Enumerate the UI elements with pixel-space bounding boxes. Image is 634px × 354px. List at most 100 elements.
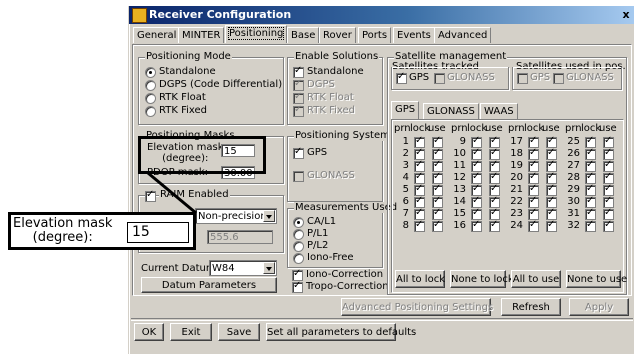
radio-rtk-fixed[interactable] (145, 106, 156, 117)
tracked-glonass-label: GLONASS (447, 72, 495, 83)
prn-number: 23 (510, 208, 523, 219)
prn-number: 22 (510, 196, 523, 207)
subtab-gps[interactable]: GPS (391, 101, 420, 119)
prn-number: 9 (459, 136, 466, 147)
measurements-used-group: Measurements Used CA/L1 P/L1 P/L2 Iono-F… (287, 202, 399, 268)
prn-number: 25 (567, 136, 580, 147)
raim-mode-select[interactable]: Non-precision (195, 208, 277, 224)
prn-number: 27 (567, 160, 580, 171)
tab-base[interactable]: Base (287, 27, 320, 43)
used-glonass-label: GLONASS (566, 72, 614, 83)
tab-rover[interactable]: Rover (319, 27, 356, 43)
exit-button[interactable]: Exit (170, 323, 212, 341)
checkbox-system-glonass (293, 171, 304, 182)
radio-iono-free-label: Iono-Free (307, 252, 354, 263)
callout-elevation-value: 15 (127, 222, 189, 243)
checkbox-solution-rtk-float (293, 91, 304, 104)
tab-positioning[interactable]: Positioning (225, 25, 288, 43)
checkbox-system-gps[interactable] (293, 146, 304, 159)
radio-p-l1-label: P/L1 (307, 228, 329, 239)
tab-events[interactable]: Events (393, 27, 435, 43)
elevation-mask-callout: Elevation mask (degree): 15 (8, 212, 196, 250)
prn-number: 29 (567, 184, 580, 195)
subtab-waas[interactable]: WAAS (480, 103, 518, 119)
all-to-use-button[interactable]: All to use (511, 270, 561, 288)
refresh-button[interactable]: Refresh (501, 298, 561, 316)
title-bar[interactable]: Receiver Configuration x (129, 6, 634, 24)
lock-checkbox[interactable] (414, 219, 425, 232)
radio-ca-l1[interactable] (293, 217, 304, 228)
radio-p-l1[interactable] (293, 229, 304, 240)
tracked-gps-checkbox[interactable] (396, 71, 407, 84)
ok-button[interactable]: OK (134, 323, 164, 341)
prn-number: 28 (567, 172, 580, 183)
radio-ca-l1-label: CA/L1 (307, 216, 337, 227)
prn-number: 1 (402, 136, 409, 147)
tracked-gps-label: GPS (409, 72, 430, 83)
radio-rtk-float[interactable] (145, 93, 156, 104)
solution-rtk-float-label: RTK Float (307, 92, 354, 103)
used-gps-checkbox (517, 73, 528, 84)
use-checkbox[interactable] (432, 219, 443, 232)
prn-number: 11 (453, 160, 466, 171)
tab-minter[interactable]: MINTER (178, 27, 225, 43)
chevron-down-icon[interactable] (263, 210, 275, 222)
tab-advanced[interactable]: Advanced (434, 27, 492, 43)
datum-select[interactable]: W84 (209, 260, 277, 276)
tab-ports[interactable]: Ports (358, 27, 392, 43)
checkbox-solution-standalone[interactable] (293, 65, 304, 78)
used-gps-label: GPS (530, 72, 551, 83)
none-to-use-button[interactable]: None to use (566, 270, 627, 288)
prn-number: 19 (510, 160, 523, 171)
prn-number: 5 (402, 184, 409, 195)
save-button[interactable]: Save (218, 323, 260, 341)
radio-p-l2[interactable] (293, 241, 304, 252)
radio-iono-free[interactable] (293, 253, 304, 264)
radio-standalone-label: Standalone (159, 66, 216, 77)
window-title: Receiver Configuration (149, 8, 292, 21)
raim-threshold-input: 555.6 (207, 230, 273, 244)
grid-header-prn: prn (394, 123, 411, 134)
radio-dgps-label: DGPS (Code Differential) (159, 79, 283, 90)
all-to-lock-button[interactable]: All to lock (395, 270, 445, 288)
chevron-down-icon[interactable] (263, 262, 275, 274)
prn-number: 13 (453, 184, 466, 195)
tropo-correction-checkbox[interactable] (292, 280, 303, 293)
radio-dgps[interactable] (145, 80, 156, 91)
datum-parameters-button[interactable]: Datum Parameters (141, 277, 277, 293)
grid-header-use: use (599, 123, 617, 134)
solution-dgps-label: DGPS (307, 79, 335, 90)
grid-header-use: use (485, 123, 503, 134)
satellite-grid-panel: prnlockuse12345678prnlockuse910111213141… (391, 119, 627, 293)
lock-checkbox[interactable] (585, 219, 596, 232)
callout-label-line2: (degree): (32, 230, 93, 245)
prn-number: 16 (453, 220, 466, 231)
use-checkbox[interactable] (603, 219, 614, 232)
radio-rtk-fixed-label: RTK Fixed (159, 105, 207, 116)
tab-general[interactable]: General (133, 27, 181, 43)
set-defaults-button[interactable]: Set all parameters to defaults (266, 323, 416, 341)
use-checkbox[interactable] (489, 219, 500, 232)
positioning-mode-title: Positioning Mode (145, 51, 232, 62)
checkbox-solution-dgps (293, 78, 304, 91)
tropo-correction-label: Tropo-Correction (306, 281, 389, 292)
lock-checkbox[interactable] (528, 219, 539, 232)
radio-standalone[interactable] (145, 67, 156, 78)
positioning-mode-group: Positioning Mode Standalone DGPS (Code D… (138, 51, 284, 125)
subtab-glonass[interactable]: GLONASS (423, 103, 479, 119)
close-icon[interactable]: x (619, 8, 633, 21)
none-to-lock-button[interactable]: None to lock (450, 270, 514, 288)
prn-number: 8 (402, 220, 409, 231)
satellite-grid: prnlockuse12345678prnlockuse910111213141… (392, 120, 623, 260)
prn-number: 15 (453, 208, 466, 219)
raim-enabled-checkbox[interactable] (145, 189, 156, 202)
use-checkbox[interactable] (546, 219, 557, 232)
prn-number: 4 (402, 172, 409, 183)
prn-number: 20 (510, 172, 523, 183)
elevation-mask-highlight (138, 136, 266, 174)
prn-number: 24 (510, 220, 523, 231)
system-gps-label: GPS (307, 147, 328, 158)
lock-checkbox[interactable] (471, 219, 482, 232)
grid-header-prn: prn (508, 123, 525, 134)
main-tab-strip: General MINTER Positioning Base Rover Po… (133, 25, 633, 45)
